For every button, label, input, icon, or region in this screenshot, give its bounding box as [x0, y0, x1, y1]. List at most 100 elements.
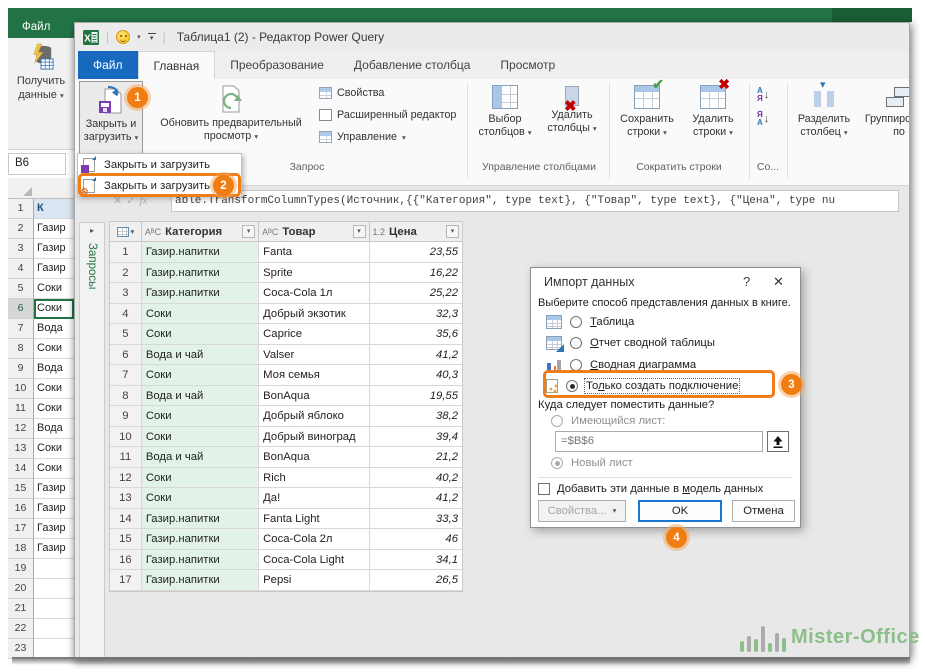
excel-cell[interactable]: Газир	[34, 519, 74, 539]
select-all-icon[interactable]	[23, 187, 32, 196]
cell-category[interactable]: Соки	[142, 304, 259, 325]
cell-product[interactable]: Caprice	[259, 324, 369, 345]
row-number[interactable]: 10	[110, 427, 142, 448]
cell-price[interactable]: 41,2	[370, 488, 462, 509]
excel-row-number[interactable]: 9	[8, 359, 34, 379]
excel-cell[interactable]	[34, 559, 74, 579]
excel-cell[interactable]: Вода	[34, 319, 74, 339]
properties-button[interactable]: Свойства	[319, 87, 384, 99]
customize-toolbar-icon[interactable]: ▾	[148, 33, 156, 41]
radio-button[interactable]	[566, 380, 578, 392]
cell-price[interactable]: 33,3	[370, 509, 462, 530]
cell-product[interactable]: Rich	[259, 468, 369, 489]
excel-cell[interactable]: К	[34, 199, 74, 219]
excel-row-number[interactable]: 22	[8, 619, 34, 639]
tab-transform[interactable]: Преобразование	[215, 51, 339, 79]
cell-product[interactable]: Sprite	[259, 263, 369, 284]
row-number[interactable]: 3	[110, 283, 142, 304]
filter-button[interactable]: ▾	[242, 225, 255, 238]
cell-price[interactable]: 35,6	[370, 324, 462, 345]
excel-row-number[interactable]: 23	[8, 639, 34, 659]
excel-row-number[interactable]: 17	[8, 519, 34, 539]
radio-button[interactable]	[570, 337, 582, 349]
row-number[interactable]: 12	[110, 468, 142, 489]
excel-row-number[interactable]: 20	[8, 579, 34, 599]
advanced-editor-button[interactable]: Расширенный редактор	[319, 109, 456, 121]
cell-price[interactable]: 26,5	[370, 570, 462, 591]
add-to-data-model-checkbox[interactable]: Добавить эти данные в модель данных	[538, 483, 763, 495]
tab-view[interactable]: Просмотр	[485, 51, 570, 79]
remove-rows-button[interactable]: ✖ Удалитьстроки ▾	[681, 81, 745, 157]
row-number[interactable]: 5	[110, 324, 142, 345]
cell-category[interactable]: Соки	[142, 365, 259, 386]
excel-row-number[interactable]: 8	[8, 339, 34, 359]
column-header-category[interactable]: AᴮC Категория ▾	[142, 222, 259, 241]
cell-price[interactable]: 23,55	[370, 242, 462, 263]
grid-corner-button[interactable]: ▾	[110, 222, 142, 241]
row-number[interactable]: 1	[110, 242, 142, 263]
row-number[interactable]: 4	[110, 304, 142, 325]
import-option[interactable]: Отчет сводной таблицы	[546, 333, 786, 355]
cell-product[interactable]: Fanta	[259, 242, 369, 263]
excel-cell[interactable]: Газир	[34, 499, 74, 519]
cell-price[interactable]: 41,2	[370, 345, 462, 366]
radio-button[interactable]	[570, 316, 582, 328]
cell-price[interactable]: 46	[370, 529, 462, 550]
excel-cell[interactable]: Соки	[34, 339, 74, 359]
excel-cell[interactable]: Газир	[34, 239, 74, 259]
excel-cell[interactable]: Газир	[34, 479, 74, 499]
group-by-button[interactable]: Группироватьпо	[859, 81, 910, 157]
cell-category[interactable]: Вода и чай	[142, 345, 259, 366]
cell-category[interactable]: Газир.напитки	[142, 570, 259, 591]
excel-row-number[interactable]: 14	[8, 459, 34, 479]
cell-category[interactable]: Соки	[142, 406, 259, 427]
get-data-button[interactable]: Получить данные ▾	[8, 42, 74, 103]
row-number[interactable]: 9	[110, 406, 142, 427]
excel-cell[interactable]: Соки	[34, 279, 74, 299]
excel-row-number[interactable]: 6	[8, 299, 34, 319]
checkbox[interactable]	[538, 483, 550, 495]
cell-category[interactable]: Соки	[142, 468, 259, 489]
excel-cell[interactable]: Вода	[34, 359, 74, 379]
excel-cell[interactable]	[34, 579, 74, 599]
excel-cell[interactable]: Газир	[34, 259, 74, 279]
cell-category[interactable]: Соки	[142, 427, 259, 448]
excel-cell[interactable]: Соки	[34, 299, 74, 319]
sort-ascending-button[interactable]: АЯ↓	[757, 87, 769, 103]
row-number[interactable]: 15	[110, 529, 142, 550]
cell-price[interactable]: 16,22	[370, 263, 462, 284]
chevron-down-icon[interactable]: ▾	[137, 33, 141, 41]
menu-item[interactable]: Закрыть и загрузить	[78, 154, 241, 175]
cell-product[interactable]: Coca-Cola 1л	[259, 283, 369, 304]
filter-button[interactable]: ▾	[446, 225, 459, 238]
row-number[interactable]: 8	[110, 386, 142, 407]
manage-button[interactable]: Управление ▾	[319, 131, 406, 143]
excel-cell[interactable]: Соки	[34, 459, 74, 479]
excel-row-number[interactable]: 7	[8, 319, 34, 339]
cell-price[interactable]: 34,1	[370, 550, 462, 571]
excel-row-number[interactable]: 4	[8, 259, 34, 279]
collapse-dialog-button[interactable]	[767, 431, 789, 452]
row-number[interactable]: 2	[110, 263, 142, 284]
excel-row-number[interactable]: 1	[8, 199, 34, 219]
row-number[interactable]: 16	[110, 550, 142, 571]
row-number[interactable]: 13	[110, 488, 142, 509]
cell-product[interactable]: Добрый яблоко	[259, 406, 369, 427]
excel-cell[interactable]: Вода	[34, 419, 74, 439]
cell-category[interactable]: Вода и чай	[142, 447, 259, 468]
name-box[interactable]: B6	[8, 153, 66, 175]
tab-file[interactable]: Файл	[78, 51, 138, 79]
row-number[interactable]: 7	[110, 365, 142, 386]
formula-input[interactable]: able.TransformColumnTypes(Источник,{{"Ка…	[171, 190, 899, 212]
cell-price[interactable]: 39,4	[370, 427, 462, 448]
cell-product[interactable]: Coca-Cola 2л	[259, 529, 369, 550]
remove-columns-button[interactable]: ✖ Удалитьстолбцы ▾	[539, 81, 605, 157]
excel-cell[interactable]: Соки	[34, 439, 74, 459]
cell-product[interactable]: Fanta Light	[259, 509, 369, 530]
close-icon[interactable]: ✕	[773, 274, 784, 290]
queries-pane[interactable]: ▸ Запросы	[79, 222, 105, 658]
cell-product[interactable]: Моя семья	[259, 365, 369, 386]
cell-category[interactable]: Соки	[142, 324, 259, 345]
import-option[interactable]: Только создать подключение	[546, 376, 786, 398]
cell-category[interactable]: Газир.напитки	[142, 263, 259, 284]
